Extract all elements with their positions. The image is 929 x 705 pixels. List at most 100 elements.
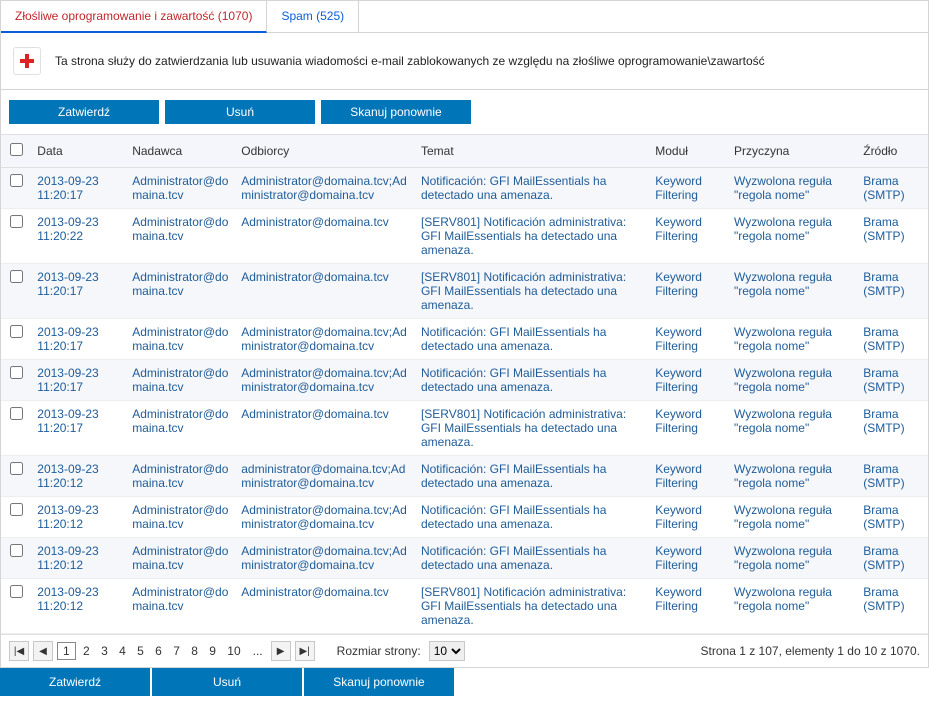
table-row[interactable]: 2013-09-23 11:20:17Administrator@domaina…	[1, 401, 928, 456]
select-all-checkbox[interactable]	[10, 143, 23, 156]
header-module[interactable]: Moduł	[649, 135, 728, 168]
tab-malware[interactable]: Złośliwe oprogramowanie i zawartość (107…	[1, 1, 267, 33]
pager-page-8[interactable]: 8	[187, 644, 202, 658]
page-size-select[interactable]: 10	[429, 641, 465, 661]
header-source[interactable]: Źródło	[857, 135, 928, 168]
cell-sender: Administrator@domaina.tcv	[126, 264, 235, 319]
header-date[interactable]: Data	[31, 135, 126, 168]
row-checkbox-cell	[1, 319, 31, 360]
row-checkbox[interactable]	[10, 407, 23, 420]
pager-last-button[interactable]: ▶|	[295, 641, 315, 661]
cell-recipients: Administrator@domaina.tcv;Administrator@…	[235, 360, 415, 401]
cell-sender: Administrator@domaina.tcv	[126, 401, 235, 456]
row-checkbox-cell	[1, 497, 31, 538]
row-checkbox[interactable]	[10, 503, 23, 516]
cell-recipients: Administrator@domaina.tcv	[235, 579, 415, 634]
pager-status: Strona 1 z 107, elementy 1 do 10 z 1070.	[701, 644, 920, 658]
info-bar: Ta strona służy do zatwierdzania lub usu…	[1, 33, 928, 90]
table-row[interactable]: 2013-09-23 11:20:17Administrator@domaina…	[1, 264, 928, 319]
cell-module: Keyword Filtering	[649, 456, 728, 497]
pager-page-10[interactable]: 10	[223, 644, 244, 658]
table-row[interactable]: 2013-09-23 11:20:22Administrator@domaina…	[1, 209, 928, 264]
table-row[interactable]: 2013-09-23 11:20:17Administrator@domaina…	[1, 319, 928, 360]
tab-spam[interactable]: Spam (525)	[267, 1, 359, 32]
cell-subject: [SERV801] Notificación administrativa: G…	[415, 209, 649, 264]
row-checkbox-cell	[1, 538, 31, 579]
cell-recipients: Administrator@domaina.tcv;Administrator@…	[235, 497, 415, 538]
row-checkbox[interactable]	[10, 215, 23, 228]
cell-subject: Notificación: GFI MailEssentials ha dete…	[415, 538, 649, 579]
row-checkbox[interactable]	[10, 462, 23, 475]
pager-page-2[interactable]: 2	[79, 644, 94, 658]
row-checkbox-cell	[1, 168, 31, 209]
pager-page-3[interactable]: 3	[97, 644, 112, 658]
delete-button-bottom[interactable]: Usuń	[152, 668, 302, 696]
cell-reason: Wyzwolona reguła "regola nome"	[728, 538, 857, 579]
cell-source: Brama (SMTP)	[857, 401, 928, 456]
header-subject[interactable]: Temat	[415, 135, 649, 168]
pager-page-4[interactable]: 4	[115, 644, 130, 658]
row-checkbox-cell	[1, 401, 31, 456]
row-checkbox[interactable]	[10, 366, 23, 379]
row-checkbox[interactable]	[10, 325, 23, 338]
pager-page-1[interactable]: 1	[57, 642, 76, 660]
cell-reason: Wyzwolona reguła "regola nome"	[728, 456, 857, 497]
table-row[interactable]: 2013-09-23 11:20:12 Administrator@domaina…	[1, 497, 928, 538]
pager-prev-button[interactable]: ◀	[33, 641, 53, 661]
table-row[interactable]: 2013-09-23 11:20:12 Administrator@domaina…	[1, 579, 928, 634]
rescan-button-bottom[interactable]: Skanuj ponownie	[304, 668, 454, 696]
cell-date: 2013-09-23 11:20:12	[31, 579, 126, 634]
header-recipients[interactable]: Odbiorcy	[235, 135, 415, 168]
row-checkbox[interactable]	[10, 585, 23, 598]
delete-button[interactable]: Usuń	[165, 100, 315, 124]
rescan-button[interactable]: Skanuj ponownie	[321, 100, 471, 124]
cell-module: Keyword Filtering	[649, 497, 728, 538]
quarantine-table: Data Nadawca Odbiorcy Temat Moduł Przycz…	[1, 134, 928, 634]
cell-recipients: Administrator@domaina.tcv;Administrator@…	[235, 538, 415, 579]
row-checkbox[interactable]	[10, 270, 23, 283]
cell-date: 2013-09-23 11:20:17	[31, 319, 126, 360]
cell-source: Brama (SMTP)	[857, 497, 928, 538]
info-text: Ta strona służy do zatwierdzania lub usu…	[55, 54, 765, 68]
row-checkbox-cell	[1, 264, 31, 319]
cell-reason: Wyzwolona reguła "regola nome"	[728, 401, 857, 456]
cell-reason: Wyzwolona reguła "regola nome"	[728, 319, 857, 360]
cell-date: 2013-09-23 11:20:12	[31, 456, 126, 497]
cell-recipients: Administrator@domaina.tcv;Administrator@…	[235, 319, 415, 360]
cell-reason: Wyzwolona reguła "regola nome"	[728, 264, 857, 319]
cell-source: Brama (SMTP)	[857, 538, 928, 579]
pager-first-button[interactable]: |◀	[9, 641, 29, 661]
pager: |◀ ◀ 1 2 3 4 5 6 7 8 9 10 ... ▶ ▶| Rozmi…	[1, 634, 928, 667]
cell-subject: Notificación: GFI MailEssentials ha dete…	[415, 497, 649, 538]
cell-sender: Administrator@domaina.tcv	[126, 168, 235, 209]
cell-source: Brama (SMTP)	[857, 319, 928, 360]
cell-sender: Administrator@domaina.tcv	[126, 319, 235, 360]
table-row[interactable]: 2013-09-23 11:20:17Administrator@domaina…	[1, 168, 928, 209]
pager-page-5[interactable]: 5	[133, 644, 148, 658]
pager-ellipsis[interactable]: ...	[249, 644, 267, 658]
table-row[interactable]: 2013-09-23 11:20:17 Administrator@domaina…	[1, 360, 928, 401]
row-checkbox[interactable]	[10, 174, 23, 187]
pager-page-7[interactable]: 7	[169, 644, 184, 658]
table-row[interactable]: 2013-09-23 11:20:12Administrator@domaina…	[1, 538, 928, 579]
approve-button[interactable]: Zatwierdź	[9, 100, 159, 124]
approve-button-bottom[interactable]: Zatwierdź	[0, 668, 150, 696]
cell-date: 2013-09-23 11:20:17	[31, 168, 126, 209]
row-checkbox[interactable]	[10, 544, 23, 557]
row-checkbox-cell	[1, 579, 31, 634]
cell-reason: Wyzwolona reguła "regola nome"	[728, 209, 857, 264]
row-checkbox-cell	[1, 360, 31, 401]
cell-module: Keyword Filtering	[649, 401, 728, 456]
pager-page-6[interactable]: 6	[151, 644, 166, 658]
header-sender[interactable]: Nadawca	[126, 135, 235, 168]
cell-date: 2013-09-23 11:20:12	[31, 497, 126, 538]
table-row[interactable]: 2013-09-23 11:20:12Administrator@domaina…	[1, 456, 928, 497]
cell-recipients: Administrator@domaina.tcv	[235, 401, 415, 456]
toolbar-top: Zatwierdź Usuń Skanuj ponownie	[1, 90, 928, 134]
header-reason[interactable]: Przyczyna	[728, 135, 857, 168]
cell-source: Brama (SMTP)	[857, 456, 928, 497]
pager-page-9[interactable]: 9	[205, 644, 220, 658]
cell-sender: Administrator@domaina.tcv	[126, 209, 235, 264]
pager-next-button[interactable]: ▶	[271, 641, 291, 661]
cell-date: 2013-09-23 11:20:17	[31, 360, 126, 401]
